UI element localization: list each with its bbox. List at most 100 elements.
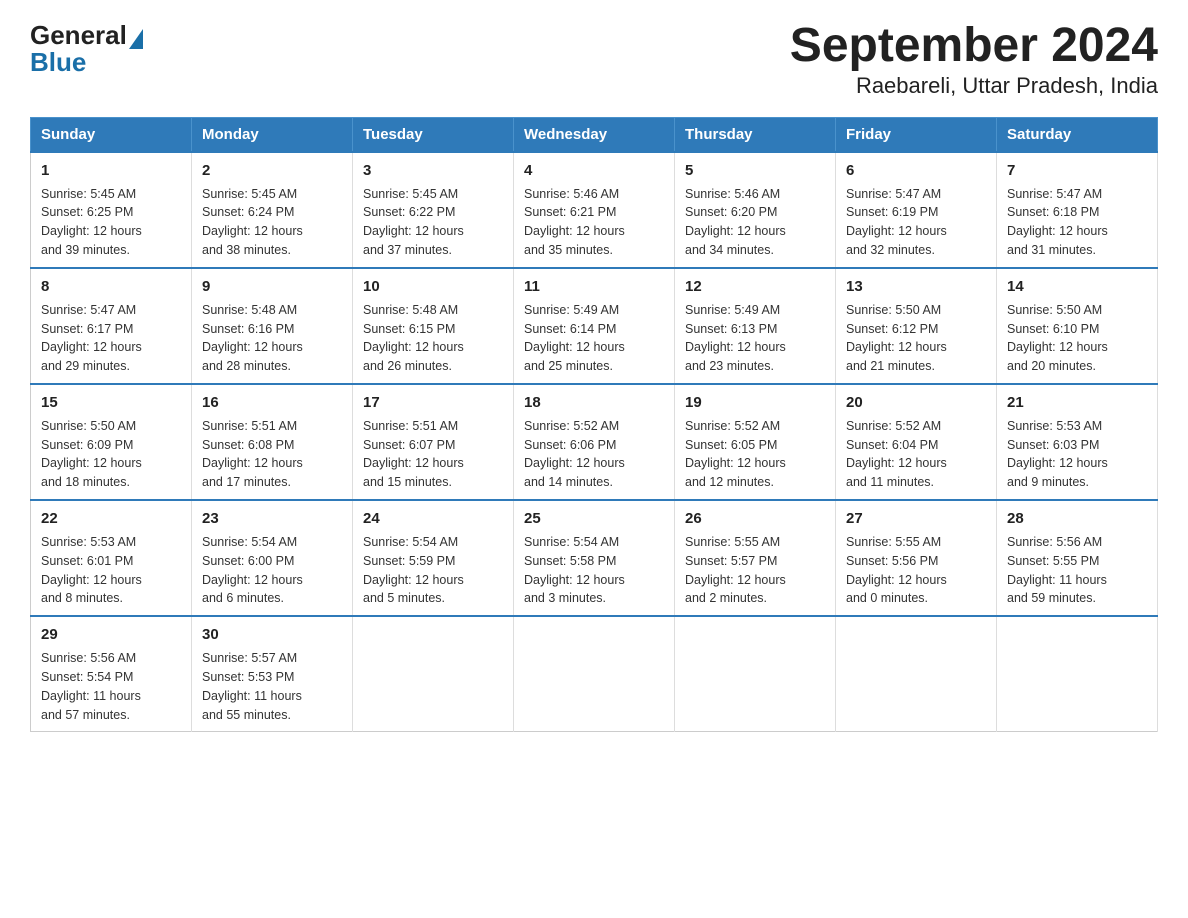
day-number: 22 [41, 508, 181, 530]
calendar-cell: 7 Sunrise: 5:47 AM Sunset: 6:18 PM Daylig… [997, 152, 1158, 268]
day-number: 11 [524, 276, 664, 298]
day-info: Sunrise: 5:51 AM Sunset: 6:07 PM Dayligh… [363, 419, 464, 490]
calendar-week-3: 15 Sunrise: 5:50 AM Sunset: 6:09 PM Dayli… [31, 384, 1158, 500]
header-day-friday: Friday [836, 117, 997, 152]
day-info: Sunrise: 5:47 AM Sunset: 6:17 PM Dayligh… [41, 303, 142, 374]
day-info: Sunrise: 5:50 AM Sunset: 6:10 PM Dayligh… [1007, 303, 1108, 374]
calendar-table: SundayMondayTuesdayWednesdayThursdayFrid… [30, 117, 1158, 733]
calendar-cell: 8Sunrise: 5:47 AM Sunset: 6:17 PM Daylig… [31, 268, 192, 384]
calendar-cell: 29Sunrise: 5:56 AM Sunset: 5:54 PM Dayli… [31, 616, 192, 732]
day-number: 17 [363, 392, 503, 414]
day-number: 14 [1007, 276, 1147, 298]
day-number: 28 [1007, 508, 1147, 530]
calendar-cell: 25Sunrise: 5:54 AM Sunset: 5:58 PM Dayli… [514, 500, 675, 616]
day-info: Sunrise: 5:46 AM Sunset: 6:21 PM Dayligh… [524, 187, 625, 258]
calendar-cell: 24 Sunrise: 5:54 AM Sunset: 5:59 PM Dayli… [353, 500, 514, 616]
header-day-tuesday: Tuesday [353, 117, 514, 152]
day-info: Sunrise: 5:54 AM Sunset: 5:58 PM Dayligh… [524, 535, 625, 606]
calendar-cell: 13 Sunrise: 5:50 AM Sunset: 6:12 PM Dayli… [836, 268, 997, 384]
calendar-cell: 16 Sunrise: 5:51 AM Sunset: 6:08 PM Dayli… [192, 384, 353, 500]
day-info: Sunrise: 5:47 AM Sunset: 6:19 PM Dayligh… [846, 187, 947, 258]
calendar-cell [997, 616, 1158, 732]
calendar-week-1: 1 Sunrise: 5:45 AM Sunset: 6:25 PM Daylig… [31, 152, 1158, 268]
calendar-cell: 15 Sunrise: 5:50 AM Sunset: 6:09 PM Dayli… [31, 384, 192, 500]
calendar-cell: 26 Sunrise: 5:55 AM Sunset: 5:57 PM Dayli… [675, 500, 836, 616]
calendar-cell: 10 Sunrise: 5:48 AM Sunset: 6:15 PM Dayli… [353, 268, 514, 384]
page-header: General Blue September 2024 Raebareli, U… [30, 20, 1158, 99]
calendar-cell: 17 Sunrise: 5:51 AM Sunset: 6:07 PM Dayli… [353, 384, 514, 500]
calendar-header: SundayMondayTuesdayWednesdayThursdayFrid… [31, 117, 1158, 152]
day-info: Sunrise: 5:48 AM Sunset: 6:15 PM Dayligh… [363, 303, 464, 374]
day-number: 7 [1007, 160, 1147, 182]
day-number: 21 [1007, 392, 1147, 414]
calendar-cell: 23 Sunrise: 5:54 AM Sunset: 6:00 PM Dayli… [192, 500, 353, 616]
calendar-cell: 22 Sunrise: 5:53 AM Sunset: 6:01 PM Dayli… [31, 500, 192, 616]
day-info: Sunrise: 5:56 AM Sunset: 5:55 PM Dayligh… [1007, 535, 1107, 606]
day-number: 16 [202, 392, 342, 414]
day-info: Sunrise: 5:50 AM Sunset: 6:12 PM Dayligh… [846, 303, 947, 374]
day-number: 2 [202, 160, 342, 182]
header-day-saturday: Saturday [997, 117, 1158, 152]
calendar-cell: 9 Sunrise: 5:48 AM Sunset: 6:16 PM Daylig… [192, 268, 353, 384]
day-number: 27 [846, 508, 986, 530]
calendar-cell: 11 Sunrise: 5:49 AM Sunset: 6:14 PM Dayli… [514, 268, 675, 384]
day-info: Sunrise: 5:55 AM Sunset: 5:56 PM Dayligh… [846, 535, 947, 606]
calendar-cell [353, 616, 514, 732]
calendar-title: September 2024 [790, 20, 1158, 73]
header-day-wednesday: Wednesday [514, 117, 675, 152]
calendar-cell: 3Sunrise: 5:45 AM Sunset: 6:22 PM Daylig… [353, 152, 514, 268]
day-number: 5 [685, 160, 825, 182]
day-number: 13 [846, 276, 986, 298]
calendar-cell [836, 616, 997, 732]
day-number: 10 [363, 276, 503, 298]
calendar-week-4: 22 Sunrise: 5:53 AM Sunset: 6:01 PM Dayli… [31, 500, 1158, 616]
calendar-cell: 20 Sunrise: 5:52 AM Sunset: 6:04 PM Dayli… [836, 384, 997, 500]
day-info: Sunrise: 5:51 AM Sunset: 6:08 PM Dayligh… [202, 419, 303, 490]
calendar-cell: 2 Sunrise: 5:45 AM Sunset: 6:24 PM Daylig… [192, 152, 353, 268]
day-info: Sunrise: 5:47 AM Sunset: 6:18 PM Dayligh… [1007, 187, 1108, 258]
day-info: Sunrise: 5:55 AM Sunset: 5:57 PM Dayligh… [685, 535, 786, 606]
day-number: 9 [202, 276, 342, 298]
calendar-cell [514, 616, 675, 732]
day-number: 15 [41, 392, 181, 414]
day-info: Sunrise: 5:54 AM Sunset: 6:00 PM Dayligh… [202, 535, 303, 606]
day-info: Sunrise: 5:50 AM Sunset: 6:09 PM Dayligh… [41, 419, 142, 490]
logo-blue-text: Blue [30, 47, 143, 78]
day-number: 30 [202, 624, 342, 646]
day-number: 1 [41, 160, 181, 182]
day-number: 3 [363, 160, 503, 182]
calendar-cell: 6 Sunrise: 5:47 AM Sunset: 6:19 PM Daylig… [836, 152, 997, 268]
day-info: Sunrise: 5:57 AM Sunset: 5:53 PM Dayligh… [202, 651, 302, 722]
calendar-cell: 12 Sunrise: 5:49 AM Sunset: 6:13 PM Dayli… [675, 268, 836, 384]
logo: General Blue [30, 20, 143, 78]
day-info: Sunrise: 5:53 AM Sunset: 6:03 PM Dayligh… [1007, 419, 1108, 490]
day-number: 24 [363, 508, 503, 530]
day-info: Sunrise: 5:54 AM Sunset: 5:59 PM Dayligh… [363, 535, 464, 606]
day-info: Sunrise: 5:49 AM Sunset: 6:13 PM Dayligh… [685, 303, 786, 374]
calendar-cell: 14 Sunrise: 5:50 AM Sunset: 6:10 PM Dayli… [997, 268, 1158, 384]
day-number: 12 [685, 276, 825, 298]
day-info: Sunrise: 5:52 AM Sunset: 6:04 PM Dayligh… [846, 419, 947, 490]
day-info: Sunrise: 5:46 AM Sunset: 6:20 PM Dayligh… [685, 187, 786, 258]
day-info: Sunrise: 5:52 AM Sunset: 6:06 PM Dayligh… [524, 419, 625, 490]
day-number: 6 [846, 160, 986, 182]
calendar-cell: 19Sunrise: 5:52 AM Sunset: 6:05 PM Dayli… [675, 384, 836, 500]
calendar-cell: 28 Sunrise: 5:56 AM Sunset: 5:55 PM Dayli… [997, 500, 1158, 616]
day-info: Sunrise: 5:45 AM Sunset: 6:24 PM Dayligh… [202, 187, 303, 258]
calendar-week-2: 8Sunrise: 5:47 AM Sunset: 6:17 PM Daylig… [31, 268, 1158, 384]
day-number: 23 [202, 508, 342, 530]
calendar-body: 1 Sunrise: 5:45 AM Sunset: 6:25 PM Daylig… [31, 152, 1158, 732]
calendar-cell: 18Sunrise: 5:52 AM Sunset: 6:06 PM Dayli… [514, 384, 675, 500]
day-info: Sunrise: 5:45 AM Sunset: 6:25 PM Dayligh… [41, 187, 142, 258]
day-info: Sunrise: 5:49 AM Sunset: 6:14 PM Dayligh… [524, 303, 625, 374]
calendar-cell [675, 616, 836, 732]
header-day-monday: Monday [192, 117, 353, 152]
calendar-cell: 4Sunrise: 5:46 AM Sunset: 6:21 PM Daylig… [514, 152, 675, 268]
day-info: Sunrise: 5:53 AM Sunset: 6:01 PM Dayligh… [41, 535, 142, 606]
day-number: 20 [846, 392, 986, 414]
day-info: Sunrise: 5:48 AM Sunset: 6:16 PM Dayligh… [202, 303, 303, 374]
title-section: September 2024 Raebareli, Uttar Pradesh,… [790, 20, 1158, 99]
day-number: 26 [685, 508, 825, 530]
header-day-sunday: Sunday [31, 117, 192, 152]
header-day-thursday: Thursday [675, 117, 836, 152]
